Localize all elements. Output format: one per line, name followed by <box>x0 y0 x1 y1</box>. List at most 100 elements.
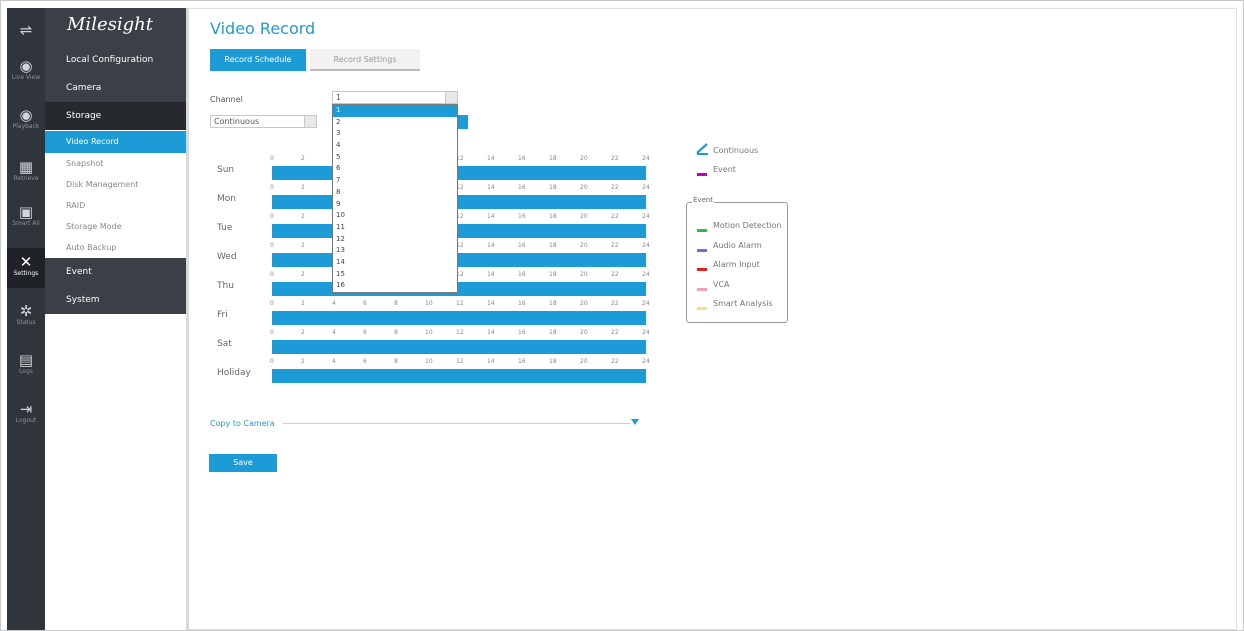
channel-option[interactable]: 1 <box>333 105 457 117</box>
channel-option[interactable]: 10 <box>333 210 457 222</box>
hour-tick: 0 <box>270 271 274 278</box>
rail-caption: Retrieve <box>13 175 39 182</box>
channel-option[interactable]: 5 <box>333 152 457 164</box>
menu-storage-mode[interactable]: Storage Mode <box>45 216 188 238</box>
hour-tick: 2 <box>301 242 305 249</box>
hour-tick: 20 <box>580 242 588 249</box>
channel-option[interactable]: 8 <box>333 187 457 199</box>
channel-option[interactable]: 2 <box>333 117 457 129</box>
hour-tick: 2 <box>301 213 305 220</box>
day-label: Sat <box>217 339 232 349</box>
hour-tick: 24 <box>642 358 650 365</box>
rail-caption: Settings <box>13 270 39 277</box>
hour-tick: 22 <box>611 271 619 278</box>
hour-tick: 20 <box>580 155 588 162</box>
menu-disk-management[interactable]: Disk Management <box>45 174 188 196</box>
hour-tick: 22 <box>611 329 619 336</box>
channel-option[interactable]: 12 <box>333 234 457 246</box>
schedule-bar[interactable] <box>272 195 646 209</box>
rail-status[interactable]: ✲ Status <box>7 303 45 327</box>
menu-snapshot[interactable]: Snapshot <box>45 153 188 175</box>
record-mode-select[interactable]: Continuous <box>210 115 317 128</box>
schedule-bar[interactable] <box>272 253 646 267</box>
hour-tick: 14 <box>487 358 495 365</box>
event-color-swatch <box>697 229 707 232</box>
hour-tick: 12 <box>456 358 464 365</box>
apply-mode-button[interactable] <box>457 115 468 129</box>
tab-record-schedule[interactable]: Record Schedule <box>210 49 306 71</box>
menu-storage[interactable]: Storage <box>45 102 188 130</box>
rail-caption: Status <box>16 319 36 326</box>
channel-select-value: 1 <box>336 93 342 102</box>
channel-dropdown-list[interactable]: 1 2 3 4 5 6 7 8 9 10 11 12 13 14 15 16 <box>332 104 458 293</box>
hour-tick: 24 <box>642 155 650 162</box>
hour-tick: 16 <box>518 358 526 365</box>
channel-option[interactable]: 4 <box>333 140 457 152</box>
hour-tick: 20 <box>580 213 588 220</box>
expand-arrow-icon[interactable] <box>631 419 639 425</box>
hour-tick: 18 <box>549 155 557 162</box>
menu-video-record[interactable]: Video Record <box>45 131 188 153</box>
save-button[interactable]: Save <box>209 454 277 472</box>
hour-ticks: 024681012141618202224 <box>270 329 650 339</box>
rail-smart-analysis[interactable]: ▣ Smart Ali <box>7 204 45 228</box>
hour-tick: 24 <box>642 271 650 278</box>
menu-raid[interactable]: RAID <box>45 195 188 217</box>
hour-tick: 24 <box>642 242 650 249</box>
schedule-bar[interactable] <box>272 166 646 180</box>
hour-tick: 22 <box>611 300 619 307</box>
tab-record-settings[interactable]: Record Settings <box>310 49 420 71</box>
copy-to-camera-link[interactable]: Copy to Camera <box>210 419 275 428</box>
rail-logs[interactable]: ▤ Logs <box>7 352 45 376</box>
rail-retrieve[interactable]: ▦ Retrieve <box>7 159 45 183</box>
event-color-swatch <box>697 268 707 271</box>
rail-logout[interactable]: ⇥ Logout <box>7 401 45 425</box>
event-swatch <box>697 173 707 176</box>
rail-playback[interactable]: ◉ Playback <box>7 107 45 131</box>
hour-tick: 4 <box>332 358 336 365</box>
rail-settings[interactable]: ✕ Settings <box>7 248 45 288</box>
menu-camera[interactable]: Camera <box>45 74 188 102</box>
channel-option[interactable]: 9 <box>333 199 457 211</box>
channel-select[interactable]: 1 <box>332 91 458 104</box>
day-label: Wed <box>217 252 237 262</box>
schedule-bar[interactable] <box>272 340 646 354</box>
channel-label: Channel <box>210 95 243 104</box>
menu-local-configuration[interactable]: Local Configuration <box>45 46 188 74</box>
channel-option[interactable]: 15 <box>333 269 457 281</box>
schedule-bar[interactable] <box>272 224 646 238</box>
hour-tick: 24 <box>642 184 650 191</box>
hour-tick: 14 <box>487 242 495 249</box>
hour-tick: 8 <box>394 329 398 336</box>
menu-event[interactable]: Event <box>45 258 188 286</box>
hour-tick: 8 <box>394 300 398 307</box>
menu-toggle-icon[interactable]: ⇌ <box>7 22 45 38</box>
menu-divider <box>186 8 189 630</box>
hour-tick: 0 <box>270 213 274 220</box>
hour-ticks: 024681012141618202224 <box>270 271 650 281</box>
hour-tick: 18 <box>549 358 557 365</box>
hour-tick: 2 <box>301 271 305 278</box>
channel-option[interactable]: 14 <box>333 257 457 269</box>
rail-live-view[interactable]: ◉ Live View <box>7 58 45 82</box>
hour-tick: 16 <box>518 300 526 307</box>
channel-option[interactable]: 7 <box>333 175 457 187</box>
rail-caption: Live View <box>11 74 41 81</box>
menu-auto-backup[interactable]: Auto Backup <box>45 237 188 259</box>
channel-option[interactable]: 13 <box>333 245 457 257</box>
hour-tick: 2 <box>301 155 305 162</box>
channel-option[interactable]: 11 <box>333 222 457 234</box>
menu-system[interactable]: System <box>45 286 188 314</box>
channel-option[interactable]: 16 <box>333 280 457 292</box>
schedule-bar[interactable] <box>272 282 646 296</box>
legend-continuous: Continuous <box>713 146 759 155</box>
hour-tick: 14 <box>487 300 495 307</box>
hour-tick: 0 <box>270 329 274 336</box>
channel-option[interactable]: 3 <box>333 128 457 140</box>
day-label: Sun <box>217 165 235 175</box>
rail-caption: Logout <box>15 417 37 424</box>
hour-tick: 14 <box>487 184 495 191</box>
schedule-bar[interactable] <box>272 311 646 325</box>
schedule-bar[interactable] <box>272 369 646 383</box>
channel-option[interactable]: 6 <box>333 163 457 175</box>
